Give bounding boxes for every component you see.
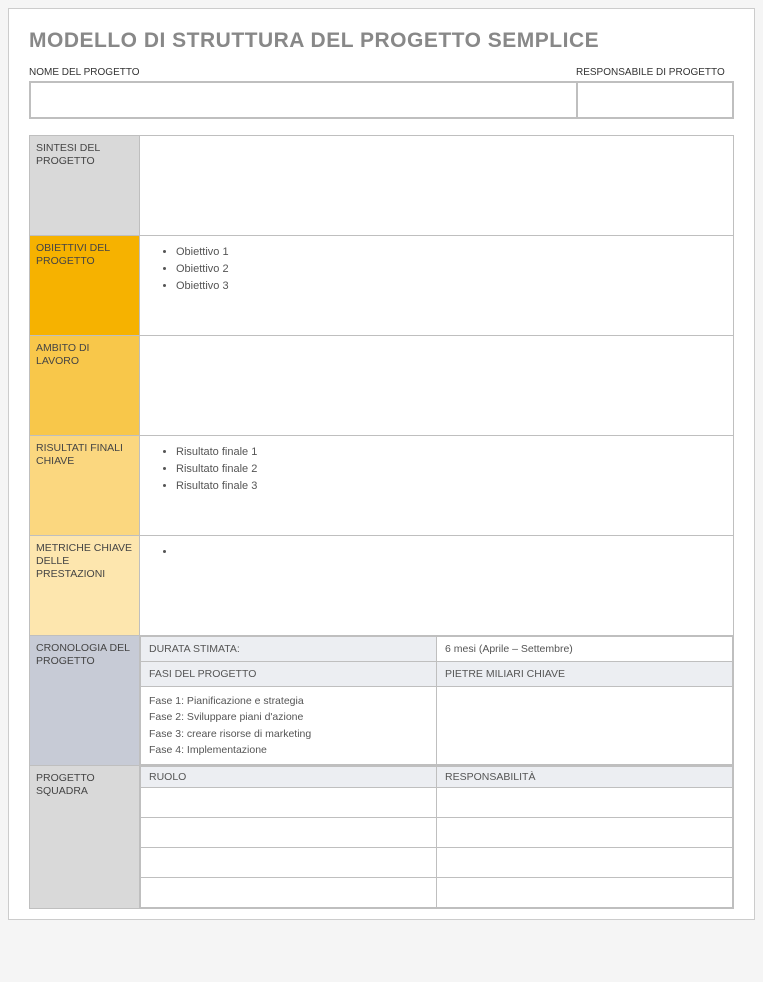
team-table: RUOLO RESPONSABILITÀ bbox=[140, 766, 733, 908]
team-content: RUOLO RESPONSABILITÀ bbox=[140, 766, 734, 909]
duration-value[interactable]: 6 mesi (Aprile – Settembre) bbox=[437, 637, 733, 662]
phase-line: Fase 3: creare risorse di marketing bbox=[149, 726, 428, 742]
objectives-list: Obiettivo 1 Obiettivo 2 Obiettivo 3 bbox=[150, 244, 723, 295]
timeline-table: DURATA STIMATA: 6 mesi (Aprile – Settemb… bbox=[140, 636, 733, 765]
project-manager-col: RESPONSABILE DI PROGETTO bbox=[576, 67, 734, 119]
kpis-content[interactable] bbox=[140, 536, 734, 636]
table-row bbox=[141, 878, 733, 908]
role-cell[interactable] bbox=[141, 818, 437, 848]
role-cell[interactable] bbox=[141, 848, 437, 878]
scope-label: AMBITO DI LAVORO bbox=[30, 336, 140, 436]
summary-label: SINTESI DEL PROGETTO bbox=[30, 136, 140, 236]
duration-label: DURATA STIMATA: bbox=[141, 637, 437, 662]
list-item: Risultato finale 1 bbox=[176, 444, 723, 461]
milestones-cell[interactable] bbox=[437, 687, 733, 765]
kpis-label: METRICHE CHIAVE DELLE PRESTAZIONI bbox=[30, 536, 140, 636]
phases-cell[interactable]: Fase 1: Pianificazione e strategia Fase … bbox=[141, 687, 437, 765]
timeline-content: DURATA STIMATA: 6 mesi (Aprile – Settemb… bbox=[140, 636, 734, 766]
timeline-label: CRONOLOGIA DEL PROGETTO bbox=[30, 636, 140, 766]
list-item bbox=[176, 544, 723, 561]
list-item: Obiettivo 1 bbox=[176, 244, 723, 261]
deliverables-list: Risultato finale 1 Risultato finale 2 Ri… bbox=[150, 444, 723, 495]
responsibility-cell[interactable] bbox=[437, 848, 733, 878]
project-name-label: NOME DEL PROGETTO bbox=[29, 67, 576, 78]
phase-line: Fase 2: Sviluppare piani d'azione bbox=[149, 709, 428, 725]
phases-header: FASI DEL PROGETTO bbox=[141, 662, 437, 687]
objectives-label: OBIETTIVI DEL PROGETTO bbox=[30, 236, 140, 336]
project-manager-label: RESPONSABILE DI PROGETTO bbox=[576, 67, 734, 78]
sections-table: SINTESI DEL PROGETTO OBIETTIVI DEL PROGE… bbox=[29, 135, 734, 909]
deliverables-label: RISULTATI FINALI CHIAVE bbox=[30, 436, 140, 536]
responsibility-header: RESPONSABILITÀ bbox=[437, 767, 733, 788]
project-manager-input[interactable] bbox=[576, 81, 734, 119]
header-row: NOME DEL PROGETTO RESPONSABILE DI PROGET… bbox=[29, 67, 734, 119]
list-item: Obiettivo 2 bbox=[176, 261, 723, 278]
milestones-header: PIETRE MILIARI CHIAVE bbox=[437, 662, 733, 687]
responsibility-cell[interactable] bbox=[437, 878, 733, 908]
project-name-input[interactable] bbox=[29, 81, 576, 119]
summary-content[interactable] bbox=[140, 136, 734, 236]
role-cell[interactable] bbox=[141, 878, 437, 908]
project-name-col: NOME DEL PROGETTO bbox=[29, 67, 576, 119]
phase-line: Fase 1: Pianificazione e strategia bbox=[149, 693, 428, 709]
table-row bbox=[141, 848, 733, 878]
objectives-content[interactable]: Obiettivo 1 Obiettivo 2 Obiettivo 3 bbox=[140, 236, 734, 336]
table-row bbox=[141, 788, 733, 818]
responsibility-cell[interactable] bbox=[437, 818, 733, 848]
team-label: PROGETTO SQUADRA bbox=[30, 766, 140, 909]
list-item: Risultato finale 2 bbox=[176, 461, 723, 478]
kpis-list bbox=[150, 544, 723, 561]
list-item: Obiettivo 3 bbox=[176, 278, 723, 295]
deliverables-content[interactable]: Risultato finale 1 Risultato finale 2 Ri… bbox=[140, 436, 734, 536]
page: MODELLO DI STRUTTURA DEL PROGETTO SEMPLI… bbox=[8, 8, 755, 920]
page-title: MODELLO DI STRUTTURA DEL PROGETTO SEMPLI… bbox=[29, 29, 734, 53]
scope-content[interactable] bbox=[140, 336, 734, 436]
list-item: Risultato finale 3 bbox=[176, 478, 723, 495]
table-row bbox=[141, 818, 733, 848]
role-cell[interactable] bbox=[141, 788, 437, 818]
phase-line: Fase 4: Implementazione bbox=[149, 742, 428, 758]
role-header: RUOLO bbox=[141, 767, 437, 788]
responsibility-cell[interactable] bbox=[437, 788, 733, 818]
